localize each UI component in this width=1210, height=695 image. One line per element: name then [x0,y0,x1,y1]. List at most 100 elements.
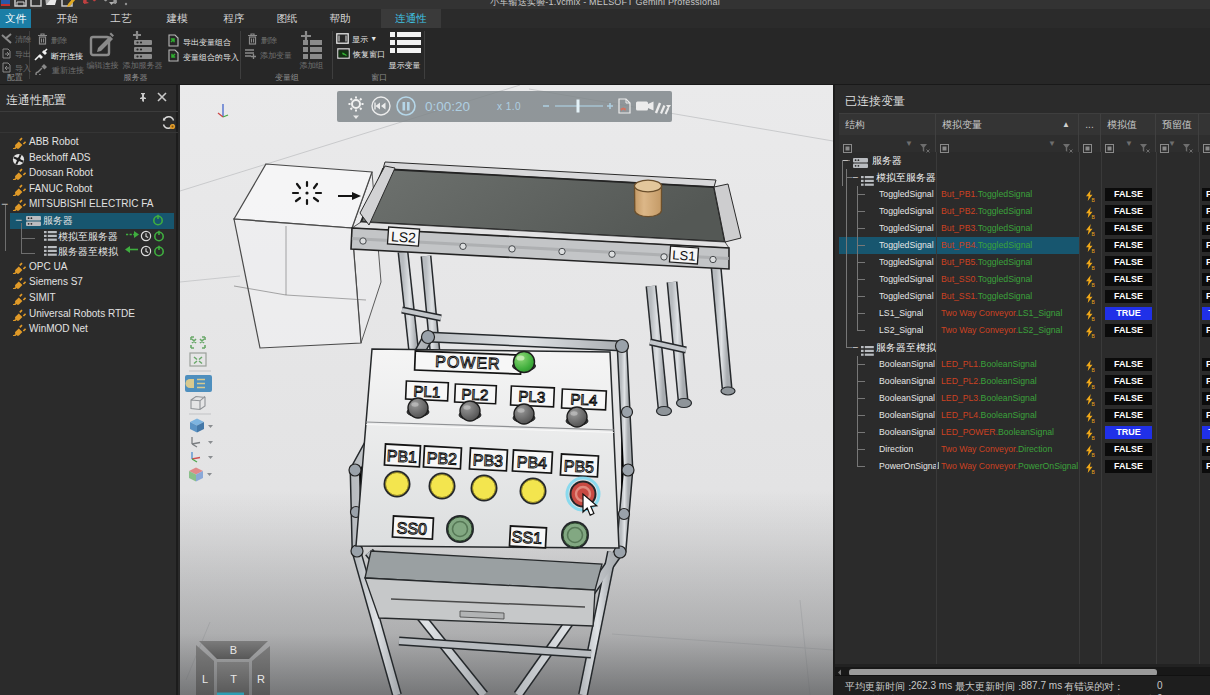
column-header[interactable]: 模拟值 [1107,119,1137,130]
table-group-row[interactable]: −服务器 [839,152,1210,169]
table-header[interactable]: 结构模拟变量▲...模拟值预留值 [839,113,1210,135]
tree-item-universal-robots-rtde[interactable]: Universal Robots RTDE [0,307,176,323]
struct-name: BooleanSignal [879,407,935,424]
tree-item-opc-ua[interactable]: OPC UA [0,260,176,276]
svg-text:B: B [1092,333,1095,338]
tree-item-abb-robot[interactable]: ABB Robot [0,135,176,151]
ribbon-button-export[interactable]: 导出 [1,48,31,60]
filter-dropdown-icon[interactable]: ▼ [1125,139,1133,148]
table-signal-row[interactable]: BooleanSignalLED_PL4.BooleanSignalBFALSE… [839,407,1210,424]
power-icon [152,214,164,228]
save-icon[interactable] [15,0,26,6]
filter-dropdown-icon[interactable]: ▼ [1168,139,1176,148]
table-subgroup-row[interactable]: −模拟至服务器 [839,169,1210,186]
tree-item-模拟至服务器[interactable]: 模拟至服务器 [0,229,176,245]
table-signal-row[interactable]: BooleanSignalLED_PL2.BooleanSignalBFALSE… [839,373,1210,390]
table-signal-row[interactable]: PowerOnSignalTwo Way Conveyor.PowerOnSig… [839,458,1210,475]
ribbon-button-server-add-big[interactable]: 添加服务器 [121,30,164,74]
undo-icon[interactable] [83,0,95,4]
close-icon[interactable] [157,92,167,102]
ribbon-button-group-add-big[interactable]: 添加组 [296,30,327,74]
tree-item-beckhoff-ads[interactable]: Beckhoff ADS [0,151,176,167]
table-signal-row[interactable]: DirectionTwo Way Conveyor.DirectionBFALS… [839,441,1210,458]
horizontal-scrollbar[interactable] [835,664,1210,675]
column-header[interactable]: 结构 [845,119,865,130]
open-folder-icon[interactable] [45,0,57,5]
filter-dropdown-icon[interactable]: ▼ [1048,139,1056,148]
table-signal-row[interactable]: ToggledSignalBut_PB4.ToggledSignalBFALSE… [839,237,1210,254]
ribbon-button-edit-big[interactable]: 编辑连接 [86,30,119,74]
tree-item-服务器[interactable]: −服务器 [0,213,176,229]
tree-item-label: Doosan Robot [29,167,93,178]
tree-item-fanuc-robot[interactable]: FANUC Robot [0,182,176,198]
record-video-icon[interactable] [636,102,654,111]
refresh-icon[interactable] [161,115,176,130]
filter-row[interactable]: ▼ ▼ ▼ ▼ [839,135,1210,152]
workpiece-cylinder[interactable] [635,180,662,216]
view-cube[interactable]: B L T R [196,641,270,695]
quick-access-toolbar[interactable] [0,0,190,9]
tab-4[interactable]: 程序 [216,9,252,28]
table-signal-row[interactable]: LS2_SignalTwo Way Conveyor.LS2_SignalBFA… [839,322,1210,339]
ribbon-button-trash[interactable]: 删除 [247,33,277,45]
table-subgroup-row[interactable]: −服务器至模拟 [839,339,1210,356]
tree-item-mitsubishi-electric-fa[interactable]: −MITSUBISHI ELECTRIC FA [0,197,176,213]
column-header[interactable]: ... [1085,119,1093,130]
tab-6[interactable]: 帮助 [322,9,358,28]
server-value-badge: FALSE [1202,358,1210,371]
wireframe-box[interactable] [234,164,381,348]
tree-item-simit[interactable]: SIMIT [0,291,176,307]
tree-item-服务器至模拟[interactable]: 服务器至模拟 [0,244,176,260]
qat-dropdown-icon[interactable] [109,2,114,5]
tab-file[interactable]: 文件 [0,9,31,28]
save-edit-icon[interactable] [62,0,76,7]
column-header[interactable]: 模拟变量 [942,119,982,130]
tab-5[interactable]: 图纸 [269,9,305,28]
simulation-3d-viewport[interactable]: LS2 LS1 [180,85,833,695]
table-signal-row[interactable]: ToggledSignalBut_PB3.ToggledSignalBFALSE… [839,220,1210,237]
tab-3[interactable]: 建模 [159,9,195,28]
pin-icon[interactable] [138,92,148,102]
ribbon-button-page-import[interactable]: 变量组合的导入 [167,49,239,61]
table-signal-row[interactable]: ToggledSignalBut_PB1.ToggledSignalBFALSE… [839,186,1210,203]
table-signal-row[interactable]: LS1_SignalTwo Way Conveyor.LS1_SignalBTR… [839,305,1210,322]
save-all-icon[interactable] [31,0,41,6]
ribbon-button-page-export[interactable]: 导出变量组合 [167,34,231,46]
arrow-right-icon [125,230,139,241]
tab-1[interactable]: 开始 [49,9,85,28]
sensor-ls2[interactable]: LS2 [387,227,419,246]
playback-bar[interactable]: 0:00:20 x 1.0 [337,91,672,122]
table-signal-row[interactable]: BooleanSignalLED_PL1.BooleanSignalBFALSE… [839,356,1210,373]
tree-item-winmod-net[interactable]: WinMOD Net [0,322,176,338]
ribbon-button-clear[interactable]: 清除 [1,33,31,45]
ribbon-button-window-restore[interactable]: 恢复窗口 [337,48,385,60]
table-signal-row[interactable]: BooleanSignalLED_POWER.BooleanSignalBTRU… [839,424,1210,441]
ribbon-button-plug-off[interactable]: 断开连接 [34,48,83,60]
tree-item-siemens-s7[interactable]: Siemens S7 [0,275,176,291]
tree-item-label: MITSUBISHI ELECTRIC FA [29,198,153,209]
table-signal-row[interactable]: ToggledSignalBut_SS1.ToggledSignalBFALSE… [839,288,1210,305]
variable-name: But_PB4.ToggledSignal [941,237,1079,254]
tab-7[interactable]: 连通性 [381,9,441,28]
sensor-ls1[interactable]: LS1 [669,246,698,264]
plug-icon [12,309,26,323]
error-count-label: 有错误的对： [1064,680,1124,694]
menu-tab-bar: 文件开始工艺 建模 程序图纸帮助 连通性 [0,9,1210,28]
filter-dropdown-icon[interactable]: ▼ [905,139,913,148]
power-lamp[interactable] [513,352,536,373]
column-header[interactable]: 预留值 [1162,119,1192,130]
struct-name: ToggledSignal [879,237,934,254]
ribbon-button-plug-re[interactable]: 重新连接 [35,62,84,74]
table-signal-row[interactable]: ToggledSignalBut_SS0.ToggledSignalBFALSE… [839,271,1210,288]
table-signal-row[interactable]: ToggledSignalBut_PB5.ToggledSignalBFALSE… [839,254,1210,271]
ribbon-button-import[interactable]: 导入 [1,62,31,74]
tree-item-doosan-robot[interactable]: Doosan Robot [0,166,176,182]
tab-2[interactable]: 工艺 [103,9,139,28]
ribbon-button-list-big[interactable]: 显示变量 [386,30,423,74]
table-signal-row[interactable]: BooleanSignalLED_PL3.BooleanSignalBFALSE… [839,390,1210,407]
table-signal-row[interactable]: ToggledSignalBut_PB2.ToggledSignalBFALSE… [839,203,1210,220]
ribbon-button-var-add[interactable]: 添加变量 [244,48,292,60]
ribbon-button-trash[interactable]: 删除 [37,33,67,45]
ribbon-button-window[interactable]: 显示 ▼ [336,33,377,45]
projection-mode-button[interactable] [185,375,212,392]
